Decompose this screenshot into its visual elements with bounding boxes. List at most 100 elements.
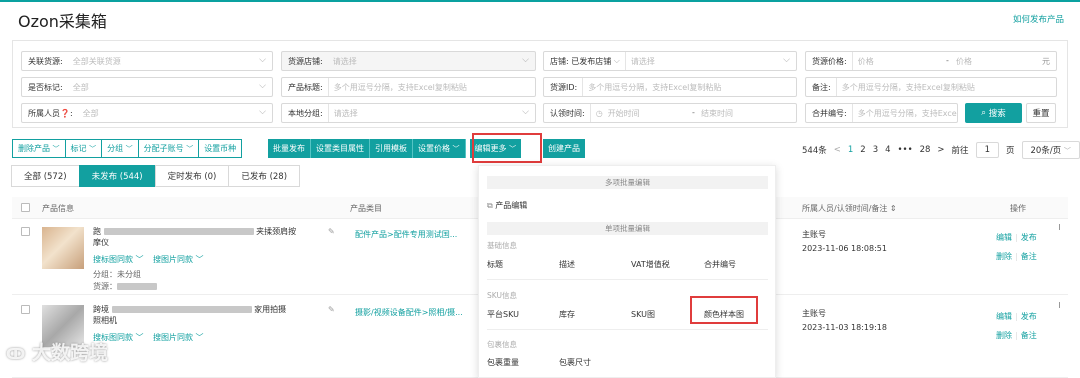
page-3[interactable]: 3 — [873, 145, 878, 155]
apply-template-button[interactable]: 引用模板 — [370, 139, 413, 158]
mark-button[interactable]: 标记 ﹀ — [64, 139, 103, 158]
range-dash: - — [692, 108, 695, 117]
next-page-button[interactable]: > — [937, 145, 944, 155]
create-group: 创建产品 — [543, 139, 585, 158]
page-ellipsis[interactable]: ••• — [898, 145, 913, 155]
product-title-input[interactable]: 产品标题: 多个用逗号分隔，支持Excel复制粘贴 — [281, 77, 536, 97]
col-product-info: 产品信息 — [42, 204, 74, 213]
create-product-button[interactable]: 创建产品 — [543, 139, 585, 158]
edit-pen-icon[interactable]: ✎ — [328, 305, 335, 314]
sku-info-group: SKU信息 — [487, 291, 517, 300]
package-info-group: 包裹信息 — [487, 340, 517, 349]
search-similar-image-link[interactable]: 搜图片同款 ﹀ — [153, 254, 204, 265]
shop-filter[interactable]: 店铺: 已发布店铺 ⌵ 请选择 ⌵ — [543, 51, 797, 71]
search-button-label: 搜索 — [988, 109, 1006, 119]
publish-link[interactable]: 发布 — [1021, 312, 1037, 321]
source-link-filter[interactable]: 关联货源: 全部关联货源 ⌵ — [21, 51, 273, 71]
page-28[interactable]: 28 — [920, 145, 931, 155]
field-label: 关联货源: — [28, 56, 63, 66]
edit-link[interactable]: 编辑 — [996, 233, 1012, 242]
menu-item-merge-id[interactable]: 合并编号 — [704, 259, 736, 270]
search-similar-image-link[interactable]: 搜图片同款 ﹀ — [153, 332, 204, 343]
field-label: 货源价格: — [806, 52, 853, 70]
product-edit-item[interactable]: ⧉ 产品编辑 — [487, 200, 527, 211]
col-owner[interactable]: 所属人员/认领时间/备注 ⇕ — [802, 203, 897, 214]
row-checkbox[interactable] — [21, 227, 30, 236]
edit-pen-icon[interactable]: ✎ — [328, 227, 335, 236]
flag-icon[interactable] — [1059, 302, 1064, 308]
tab-all[interactable]: 全部 (572) — [11, 165, 80, 187]
set-currency-button[interactable]: 设置币种 — [198, 139, 243, 158]
claim-time: 2023-11-06 18:08:51 — [802, 244, 887, 253]
chevron-down-icon: ⌵ — [259, 81, 266, 91]
page-4[interactable]: 4 — [885, 145, 890, 155]
source-shop-filter[interactable]: 货源店铺: 请选择 ⌵ — [281, 51, 536, 71]
tab-scheduled[interactable]: 定时发布 (0) — [154, 165, 230, 187]
goto-page-input[interactable]: 1 — [975, 142, 999, 158]
owner-filter[interactable]: 所属人员❓: 全部 ⌵ — [21, 103, 273, 123]
menu-item-title[interactable]: 标题 — [487, 259, 503, 270]
flag-icon[interactable] — [1059, 224, 1064, 230]
chevron-down-icon: ⌵ — [259, 107, 266, 117]
menu-item-stock[interactable]: 库存 — [559, 309, 575, 320]
divider — [487, 279, 768, 280]
price-max-input[interactable]: 价格 — [956, 56, 972, 67]
row-checkbox[interactable] — [21, 305, 30, 314]
page-1[interactable]: 1 — [848, 145, 853, 155]
assign-subaccount-button[interactable]: 分配子账号 ﹀ — [137, 139, 200, 158]
category-link[interactable]: 摄影/视频设备配件>照相/摄... — [355, 307, 463, 318]
reset-button[interactable]: 重置 — [1026, 103, 1056, 123]
status-tabs: 全部 (572) 未发布 (544) 定时发布 (0) 已发布 (28) — [11, 165, 301, 187]
page-2[interactable]: 2 — [860, 145, 865, 155]
product-title[interactable]: 跨境 家用拍摄 照相机 — [93, 304, 343, 326]
search-button[interactable]: ⌕ 搜索 — [965, 103, 1022, 123]
tab-unpublished[interactable]: 未发布 (544) — [78, 165, 156, 187]
set-category-attr-button[interactable]: 设置类目属性 — [311, 139, 370, 158]
delete-link[interactable]: 删除 — [996, 331, 1012, 340]
category-link[interactable]: 配件产品>配件专用测试国... — [355, 229, 457, 240]
field-value: 请选择 — [630, 56, 655, 66]
menu-item-package-size[interactable]: 包裹尺寸 — [559, 357, 591, 368]
owner-name: 主账号 — [802, 309, 826, 318]
row-ops-1: 编辑 | 发布 — [996, 312, 1037, 321]
owner-name: 主账号 — [802, 230, 826, 239]
tab-published[interactable]: 已发布 (28) — [228, 165, 301, 187]
merge-id-input[interactable]: 合并编号: 多个用逗号分隔，支持Exce — [805, 103, 958, 123]
search-similar-title-link[interactable]: 搜标图同款 ﹀ — [93, 254, 144, 265]
edit-link[interactable]: 编辑 — [996, 312, 1012, 321]
price-min-input[interactable]: 价格 — [853, 56, 874, 67]
menu-item-sku-image[interactable]: SKU图 — [631, 309, 655, 320]
menu-item-platform-sku[interactable]: 平台SKU — [487, 309, 519, 320]
start-time-input[interactable]: 开始时间 — [603, 108, 640, 119]
select-all-checkbox[interactable] — [21, 203, 30, 212]
field-label: 产品标题: — [282, 78, 329, 96]
group-button[interactable]: 分组 ﹀ — [101, 139, 139, 158]
mark-filter[interactable]: 是否标记: 全部 ⌵ — [21, 77, 273, 97]
delete-product-button[interactable]: 删除产品 ﹀ — [12, 139, 66, 158]
batch-publish-button[interactable]: 批量发布 — [268, 139, 311, 158]
prev-page-button[interactable]: < — [834, 145, 841, 155]
top-accent-bar — [0, 0, 1080, 2]
edit-more-dropdown: 多项批量编辑 ⧉ 产品编辑 单项批量编辑 基础信息 标题 描述 VAT增值税 合… — [478, 165, 776, 378]
page-title: Ozon采集箱 — [18, 12, 107, 31]
delete-link[interactable]: 删除 — [996, 252, 1012, 261]
remark-link[interactable]: 备注 — [1021, 252, 1037, 261]
source-id-input[interactable]: 货源ID: 多个用逗号分隔，支持Excel复制粘贴 — [543, 77, 797, 97]
claim-time-filter[interactable]: 认领时间: ◷ 开始时间 - 结束时间 — [543, 103, 797, 123]
menu-item-vat[interactable]: VAT增值税 — [631, 259, 670, 270]
help-link[interactable]: 如何发布产品 — [1013, 13, 1064, 25]
local-group-filter[interactable]: 本地分组: 请选择 ⌵ — [281, 103, 536, 123]
menu-item-package-weight[interactable]: 包裹重量 — [487, 357, 519, 368]
source-price-filter[interactable]: 货源价格: 价格 - 价格 元 — [805, 51, 1057, 71]
page-size-select[interactable]: 20条/页 ﹀ — [1021, 141, 1080, 159]
product-thumbnail[interactable] — [42, 227, 84, 269]
set-price-button[interactable]: 设置价格 ﹀ — [413, 139, 466, 158]
remark-input[interactable]: 备注: 多个用逗号分隔，支持Excel复制粘贴 — [805, 77, 1057, 97]
row-ops-1: 编辑 | 发布 — [996, 233, 1037, 242]
menu-item-description[interactable]: 描述 — [559, 259, 575, 270]
publish-link[interactable]: 发布 — [1021, 233, 1037, 242]
end-time-input[interactable]: 结束时间 — [701, 108, 733, 119]
product-title[interactable]: 跑 夹揉颈肩按 摩仪 — [93, 226, 343, 248]
field-value: 全部 — [82, 108, 99, 118]
remark-link[interactable]: 备注 — [1021, 331, 1037, 340]
